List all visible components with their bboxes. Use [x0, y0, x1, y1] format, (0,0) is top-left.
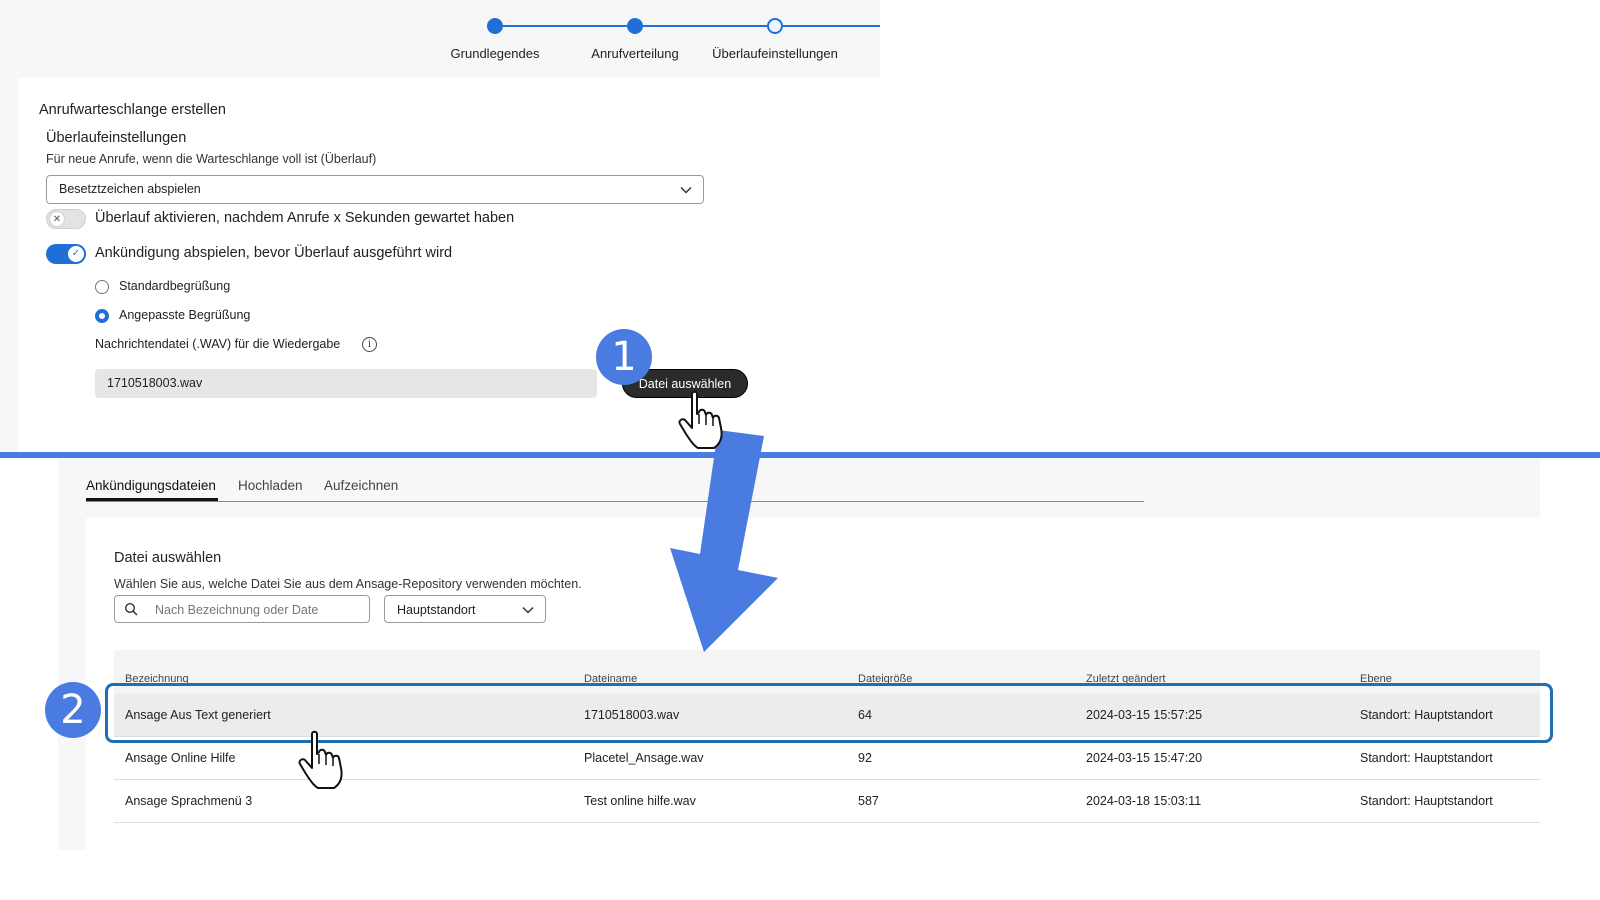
tab-announcement-files[interactable]: Ankündigungsdateien [86, 478, 216, 493]
hand-cursor-icon [298, 730, 343, 789]
radio-default-greeting[interactable] [95, 280, 109, 294]
location-select-value: Hauptstandort [397, 603, 476, 617]
stepper-connector [503, 25, 627, 27]
radio-default-greeting-label: Standardbegrüßung [119, 279, 231, 293]
check-icon: ✓ [68, 246, 84, 262]
cell-name: Ansage Online Hilfe [125, 751, 236, 765]
cell-modified: 2024-03-18 15:03:11 [1086, 794, 1202, 808]
chevron-down-icon [522, 606, 534, 614]
hand-cursor-icon [678, 390, 723, 449]
chevron-down-icon [680, 186, 692, 194]
cell-filename: Test online hilfe.wav [584, 794, 696, 808]
close-icon: ✕ [49, 211, 65, 227]
message-file-label: Nachrichtendatei (.WAV) für die Wiederga… [95, 337, 341, 351]
step-dot-grundlegendes[interactable] [487, 18, 503, 34]
radio-custom-greeting[interactable] [95, 309, 109, 323]
stepper-connector [783, 25, 880, 27]
dialog-tabs: Ankündigungsdateien Hochladen Aufzeichne… [86, 458, 1144, 502]
tab-record[interactable]: Aufzeichnen [324, 478, 398, 493]
active-tab-indicator [86, 498, 218, 501]
step-two-badge: 2 [45, 682, 101, 738]
step-one-badge: 1 [596, 329, 652, 385]
cell-filesize: 587 [858, 794, 879, 808]
down-arrow-icon [670, 430, 778, 652]
step-dot-anrufverteilung[interactable] [627, 18, 643, 34]
announcement-toggle-label: Ankündigung abspielen, bevor Überlauf au… [95, 245, 453, 261]
tab-upload[interactable]: Hochladen [238, 478, 303, 493]
dialog-title: Datei auswählen [114, 550, 222, 566]
screenshot-root: Grundlegendes Anrufverteilung Überlaufei… [0, 0, 1600, 900]
stepper-connector [643, 25, 767, 27]
cell-filename: Placetel_Ansage.wav [584, 751, 704, 765]
location-select[interactable]: Hauptstandort [384, 595, 546, 623]
overflow-action-select[interactable]: Besetztzeichen abspielen [46, 175, 704, 204]
overflow-wait-toggle-label: Überlauf aktivieren, nachdem Anrufe x Se… [95, 210, 515, 226]
dialog-subtitle: Wählen Sie aus, welche Datei Sie aus dem… [114, 577, 582, 591]
step-dot-ueberlaufeinstellungen[interactable] [767, 18, 783, 34]
section-title: Überlaufeinstellungen [46, 130, 187, 146]
message-file-field: 1710518003.wav [95, 369, 597, 398]
info-icon[interactable]: i [362, 337, 377, 352]
cell-level: Standort: Hauptstandort [1360, 794, 1493, 808]
cell-name: Ansage Sprachmenü 3 [125, 794, 253, 808]
announcement-toggle[interactable]: ✓ [46, 244, 86, 264]
cell-filesize: 92 [858, 751, 872, 765]
wizard-stepper: Grundlegendes Anrufverteilung Überlaufei… [0, 0, 880, 78]
card-title: Anrufwarteschlange erstellen [39, 102, 226, 118]
overflow-settings-card: Anrufwarteschlange erstellen Überlaufein… [18, 78, 880, 452]
cell-modified: 2024-03-15 15:47:20 [1086, 751, 1203, 765]
step-label-ueberlaufeinstellungen: Überlaufeinstellungen [712, 46, 838, 61]
overflow-wait-toggle[interactable]: ✕ [46, 209, 86, 229]
cell-level: Standort: Hauptstandort [1360, 751, 1493, 765]
message-file-value: 1710518003.wav [107, 376, 203, 390]
search-input[interactable]: Nach Bezeichnung oder Date [114, 595, 370, 623]
search-placeholder: Nach Bezeichnung oder Date [155, 603, 319, 617]
search-icon [124, 602, 138, 616]
radio-custom-greeting-label: Angepasste Begrüßung [119, 308, 251, 322]
step-label-anrufverteilung: Anrufverteilung [591, 46, 679, 61]
overflow-action-value: Besetztzeichen abspielen [59, 182, 201, 196]
queue-wizard-panel: Grundlegendes Anrufverteilung Überlaufei… [0, 0, 880, 452]
step-label-grundlegendes: Grundlegendes [450, 46, 540, 61]
section-subtitle: Für neue Anrufe, wenn die Warteschlange … [46, 152, 377, 166]
